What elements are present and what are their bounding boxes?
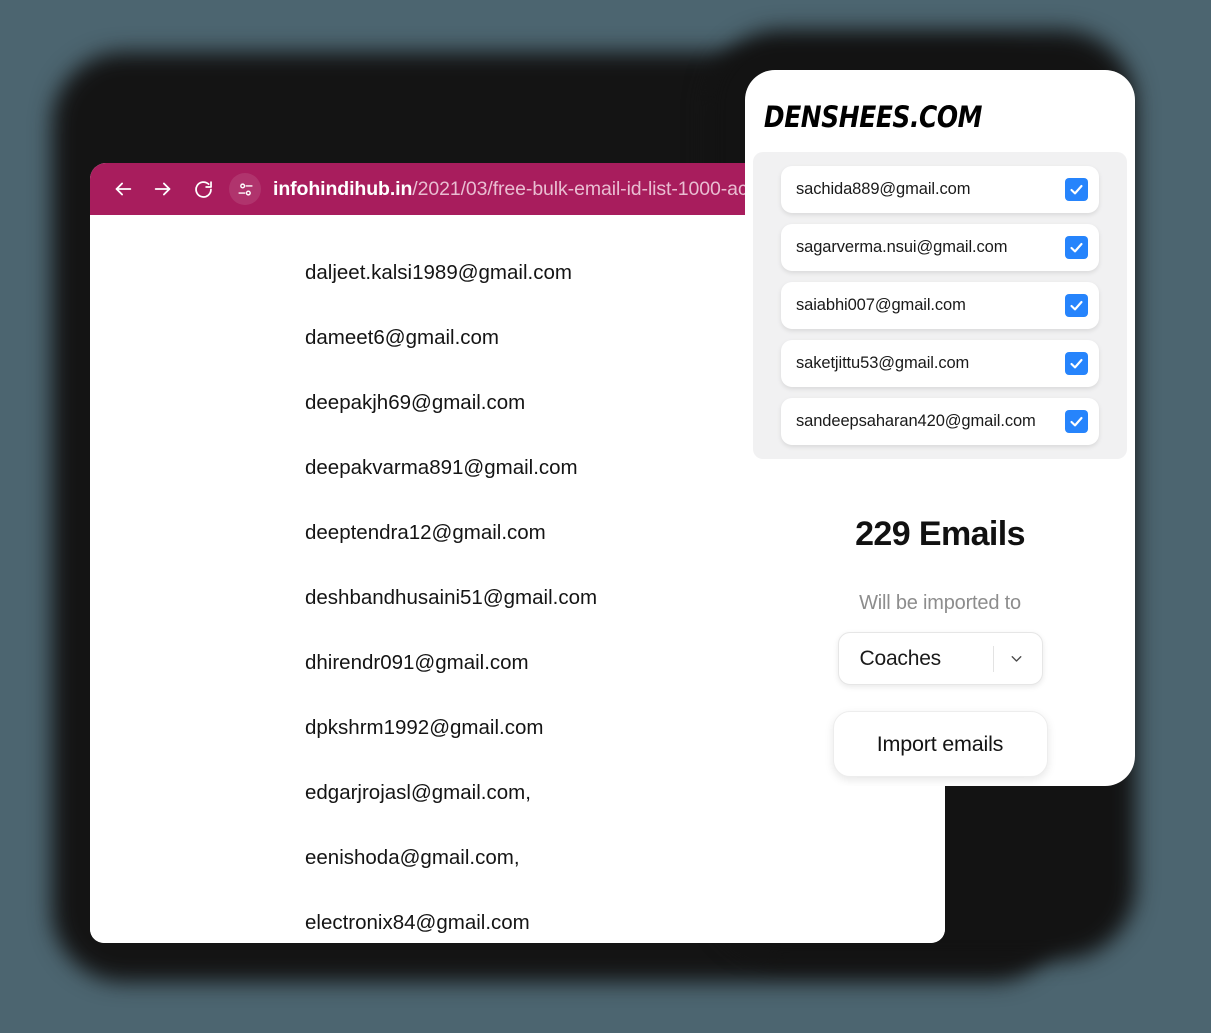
forward-button[interactable] xyxy=(143,169,183,209)
checkbox-checked-icon[interactable] xyxy=(1065,178,1088,201)
email-count-label: 229 Emails xyxy=(855,515,1025,553)
checkbox-checked-icon[interactable] xyxy=(1065,236,1088,259)
reload-button[interactable] xyxy=(183,169,223,209)
forward-arrow-icon xyxy=(152,178,174,200)
list-item[interactable]: saketjittu53@gmail.com xyxy=(781,340,1099,387)
list-item[interactable]: sandeepsaharan420@gmail.com xyxy=(781,398,1099,445)
page-email-item: eenishoda@gmail.com, xyxy=(305,846,520,869)
brand-logo: DENSHEES.COM xyxy=(763,100,983,134)
checkbox-checked-icon[interactable] xyxy=(1065,352,1088,375)
list-item-email: sandeepsaharan420@gmail.com xyxy=(796,412,1036,430)
chevron-down-icon[interactable] xyxy=(996,650,1038,667)
page-email-item: edgarjrojasl@gmail.com, xyxy=(305,781,531,804)
list-item-email: saiabhi007@gmail.com xyxy=(796,296,966,314)
email-checkbox-list: sachida889@gmail.com sagarverma.nsui@gma… xyxy=(753,152,1127,459)
list-item-email: sachida889@gmail.com xyxy=(796,180,971,198)
reload-icon xyxy=(193,179,214,200)
address-bar-domain: infohindihub.in xyxy=(273,177,413,200)
import-target-caption: Will be imported to xyxy=(859,592,1021,614)
checkbox-checked-icon[interactable] xyxy=(1065,294,1088,317)
list-item-email: saketjittu53@gmail.com xyxy=(796,354,970,372)
import-target-value: Coaches xyxy=(859,646,942,670)
import-panel: DENSHEES.COM sachida889@gmail.com sagarv… xyxy=(745,70,1135,786)
checkbox-checked-icon[interactable] xyxy=(1065,410,1088,433)
address-bar-url: infohindihub.in/2021/03/free-bulk-email-… xyxy=(273,178,819,201)
back-button[interactable] xyxy=(103,169,143,209)
list-item[interactable]: sachida889@gmail.com xyxy=(781,166,1099,213)
page-email-item: electronix84@gmail.com xyxy=(305,911,530,934)
list-item[interactable]: saiabhi007@gmail.com xyxy=(781,282,1099,329)
site-settings-icon[interactable] xyxy=(229,173,261,205)
list-item-email: sagarverma.nsui@gmail.com xyxy=(796,238,1008,256)
import-emails-button-label: Import emails xyxy=(876,731,1004,756)
import-emails-button[interactable]: Import emails xyxy=(832,711,1048,777)
select-divider xyxy=(992,645,994,672)
import-target-select[interactable]: Coaches xyxy=(837,632,1043,685)
list-item[interactable]: sagarverma.nsui@gmail.com xyxy=(781,224,1099,271)
back-arrow-icon xyxy=(112,178,134,200)
